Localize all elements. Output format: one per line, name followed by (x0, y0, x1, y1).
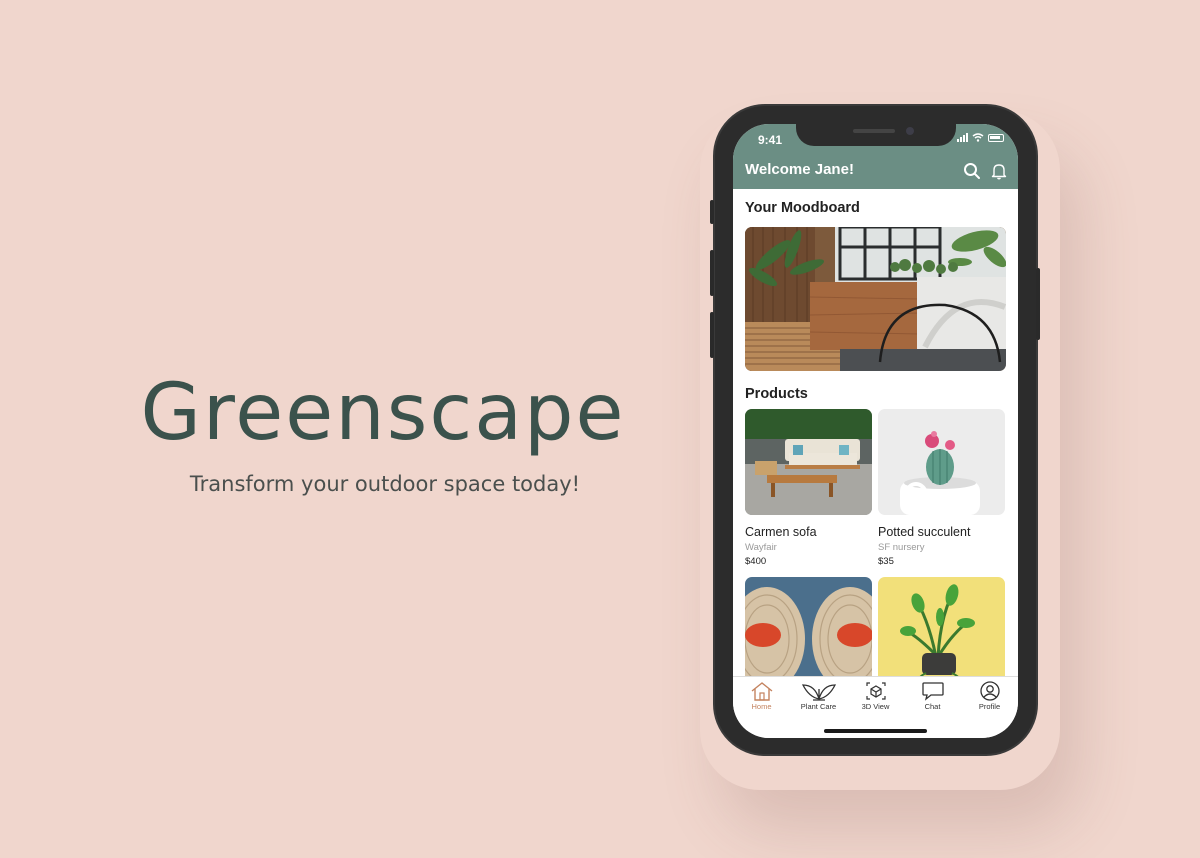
battery-icon (988, 133, 1004, 142)
tab-3d-view[interactable]: 3D View (847, 681, 904, 711)
phone-screen: 9:41 Welcome Jane! Your Moodboard Produc… (733, 124, 1018, 738)
cube-icon (865, 682, 886, 700)
tab-plant-care[interactable]: Plant Care (790, 681, 847, 711)
moodboard-image[interactable] (745, 227, 1006, 371)
product-card[interactable] (745, 577, 872, 683)
product-vendor: Wayfair (745, 542, 777, 553)
silent-switch (710, 200, 714, 224)
brand-tagline: Transform your outdoor space today! (189, 472, 581, 496)
tab-chat[interactable]: Chat (904, 681, 961, 711)
status-icons (957, 133, 1004, 142)
product-card[interactable]: Potted succulent SF nursery $35 (878, 409, 1005, 567)
leaves-icon (801, 684, 836, 701)
product-card[interactable] (878, 577, 1005, 683)
bell-icon[interactable] (990, 162, 1008, 180)
product-price: $400 (745, 556, 767, 567)
status-time: 9:41 (758, 133, 783, 147)
tab-label: 3D View (861, 702, 890, 711)
wifi-icon (972, 133, 984, 142)
product-image-wicker-chairs (745, 577, 872, 683)
product-image-potted-plant (878, 577, 1005, 683)
tab-profile[interactable]: Profile (961, 681, 1018, 711)
moodboard-heading: Your Moodboard (745, 200, 860, 216)
volume-down-button (710, 312, 714, 358)
phone-notch (796, 124, 956, 146)
tab-label: Home (751, 702, 772, 711)
welcome-message: Welcome Jane! (745, 161, 854, 178)
tab-label: Chat (924, 702, 941, 711)
product-image-succulent (878, 409, 1005, 515)
home-icon (751, 682, 772, 701)
search-icon[interactable] (963, 162, 981, 180)
chat-bubble-icon (921, 682, 944, 701)
tab-label: Plant Care (800, 702, 837, 711)
profile-icon (979, 681, 1000, 701)
signal-icon (957, 133, 968, 142)
brand-title: Greenscape (140, 368, 626, 458)
product-image-sofa (745, 409, 872, 515)
product-name: Carmen sofa (745, 525, 817, 539)
home-indicator (824, 729, 927, 733)
product-vendor: SF nursery (878, 542, 925, 553)
product-name: Potted succulent (878, 525, 971, 539)
tab-home[interactable]: Home (733, 681, 790, 711)
volume-up-button (710, 250, 714, 296)
products-heading: Products (745, 386, 808, 402)
product-card[interactable]: Carmen sofa Wayfair $400 (745, 409, 872, 567)
tab-label: Profile (978, 702, 1001, 711)
power-button (1036, 268, 1040, 340)
product-price: $35 (878, 556, 894, 567)
